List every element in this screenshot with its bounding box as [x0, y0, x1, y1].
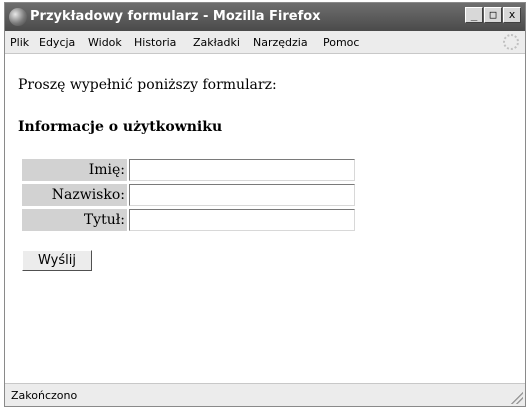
maximize-button[interactable]: □ — [484, 7, 502, 23]
title-input[interactable] — [129, 209, 355, 231]
menu-bar: Plik Edycja Widok Historia Zakładki Narz… — [5, 31, 525, 54]
last-name-label: Nazwisko: — [22, 184, 127, 206]
form-instructions: Proszę wypełnić poniższy formularz: — [18, 77, 277, 93]
menu-item-zakladki[interactable]: Zakładki — [193, 36, 240, 49]
throbber-icon — [503, 34, 519, 50]
page-content: Proszę wypełnić poniższy formularz: Info… — [5, 54, 525, 384]
last-name-input[interactable] — [129, 184, 355, 206]
status-bar: Zakończono — [5, 383, 525, 406]
title-bar[interactable]: Przykładowy formularz - Mozilla Firefox … — [5, 3, 525, 31]
menu-item-narzedzia[interactable]: Narzędzia — [253, 36, 308, 49]
first-name-input[interactable] — [129, 159, 355, 181]
browser-window: Przykładowy formularz - Mozilla Firefox … — [4, 2, 526, 407]
minimize-button[interactable]: _ — [465, 7, 483, 23]
section-title: Informacje o użytkowniku — [18, 119, 223, 135]
status-text: Zakończono — [11, 389, 78, 402]
resize-grip-icon[interactable] — [511, 392, 523, 404]
firefox-icon — [9, 8, 27, 26]
first-name-label: Imię: — [22, 159, 127, 181]
submit-button[interactable]: Wyślij — [22, 250, 92, 271]
menu-item-historia[interactable]: Historia — [134, 36, 176, 49]
menu-item-pomoc[interactable]: Pomoc — [323, 36, 359, 49]
title-label: Tytuł: — [22, 209, 127, 231]
menu-item-widok[interactable]: Widok — [88, 36, 122, 49]
close-button[interactable]: x — [503, 7, 521, 23]
menu-item-edycja[interactable]: Edycja — [39, 36, 75, 49]
window-title: Przykładowy formularz - Mozilla Firefox — [30, 9, 321, 24]
menu-item-plik[interactable]: Plik — [10, 36, 29, 49]
